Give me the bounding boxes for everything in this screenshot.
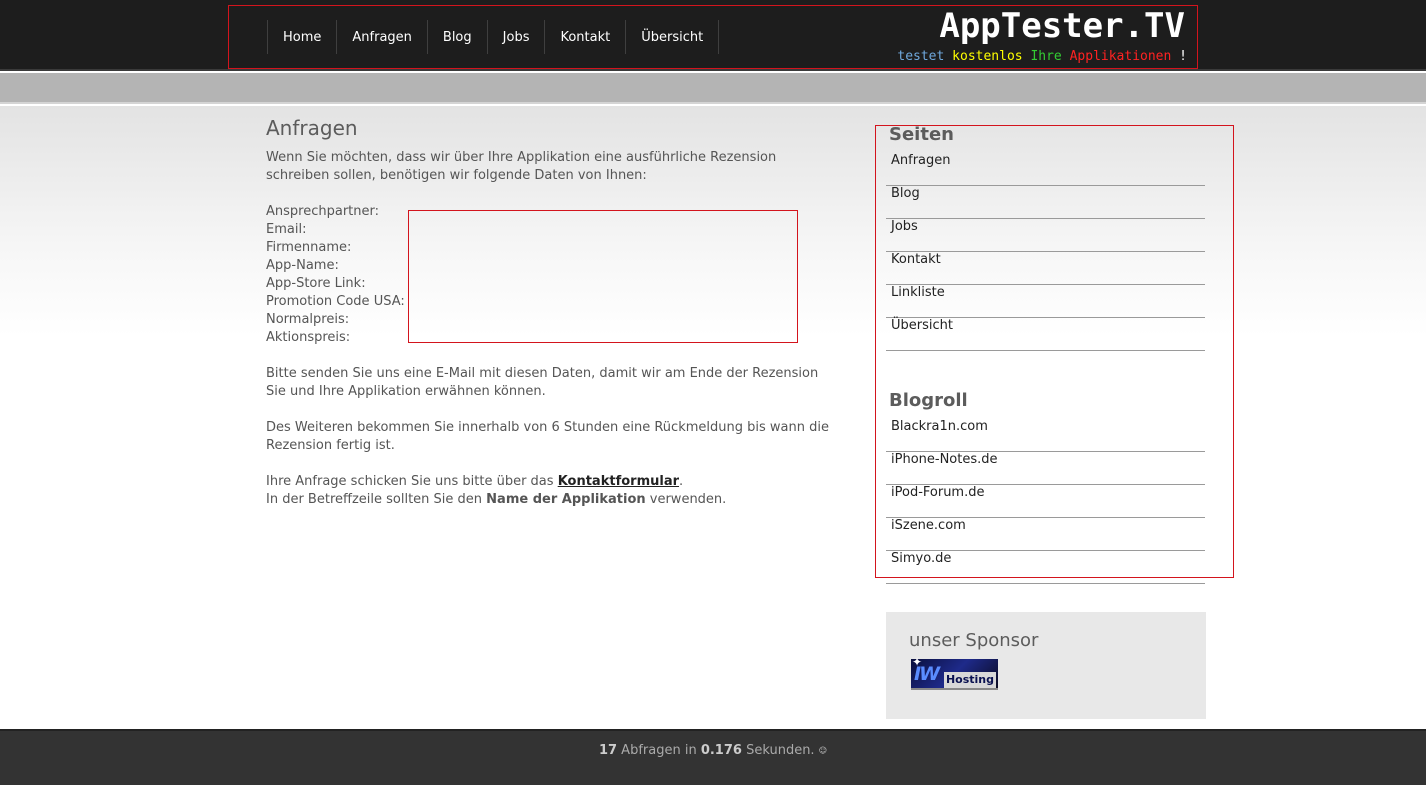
pages-heading: Seiten bbox=[889, 124, 954, 145]
page-link-label: Kontakt bbox=[891, 252, 941, 267]
page-link-blog[interactable]: Blog bbox=[886, 186, 1205, 219]
blogroll-heading: Blogroll bbox=[889, 390, 968, 411]
sponsor-box: unser Sponsor ✦ IW Hosting bbox=[886, 612, 1206, 719]
tagline-word: Applikationen bbox=[1069, 49, 1172, 64]
nav-jobs[interactable]: Jobs bbox=[488, 20, 546, 54]
blogroll-link-label: Blackra1n.com bbox=[891, 419, 988, 434]
sidebar: Seiten Anfragen Blog Jobs Kontakt Linkli… bbox=[886, 125, 1205, 584]
query-seconds: 0.176 bbox=[700, 743, 742, 758]
grey-band bbox=[0, 73, 1426, 104]
page-link-linkliste[interactable]: Linkliste bbox=[886, 285, 1205, 318]
nav-blog[interactable]: Blog bbox=[428, 20, 488, 54]
site-logo[interactable]: AppTester.TV bbox=[939, 6, 1185, 46]
blogroll-link-label: iPod-Forum.de bbox=[891, 485, 985, 500]
page-title: Anfragen bbox=[266, 116, 358, 140]
blogroll-link-label: iPhone-Notes.de bbox=[891, 452, 998, 467]
tagline-word: ! bbox=[1179, 49, 1187, 64]
response-paragraph: Des Weiteren bekommen Sie innerhalb von … bbox=[266, 420, 829, 453]
contact-text: Ihre Anfrage schicken Sie uns bitte über… bbox=[266, 474, 558, 489]
footer-stats: 17 Abfragen in 0.176 Sekunden. ☺ bbox=[0, 743, 1426, 758]
header-frame: Home Anfragen Blog Jobs Kontakt Übersich… bbox=[228, 5, 1198, 69]
sponsor-logo-hosting: Hosting bbox=[944, 672, 996, 688]
contact-form-link[interactable]: Kontaktformular bbox=[558, 474, 679, 489]
blogroll-link[interactable]: Blackra1n.com bbox=[886, 419, 1205, 452]
footer-text-2: Sekunden. bbox=[741, 743, 819, 758]
subject-bold: Name der Applikation bbox=[486, 492, 646, 507]
fields-highlight-box bbox=[408, 210, 798, 343]
page-link-label: Jobs bbox=[891, 219, 918, 234]
subject-text: In der Betreffzeile sollten Sie den bbox=[266, 492, 487, 507]
blogroll-link[interactable]: iPod-Forum.de bbox=[886, 485, 1205, 518]
site-header: Home Anfragen Blog Jobs Kontakt Übersich… bbox=[0, 0, 1426, 71]
footer-text-1: Abfragen in bbox=[617, 743, 701, 758]
blogroll-link[interactable]: Simyo.de bbox=[886, 551, 1205, 584]
query-count: 17 bbox=[598, 743, 618, 758]
page-link-label: Anfragen bbox=[891, 153, 951, 168]
sponsor-logo-iw: IW bbox=[914, 663, 940, 685]
intro-paragraph: Wenn Sie möchten, dass wir über Ihre App… bbox=[266, 150, 777, 183]
page-link-uebersicht[interactable]: Übersicht bbox=[886, 318, 1205, 351]
blogroll-link[interactable]: iPhone-Notes.de bbox=[886, 452, 1205, 485]
page-link-label: Übersicht bbox=[891, 318, 953, 333]
contact-paragraph: Ihre Anfrage schicken Sie uns bitte über… bbox=[266, 473, 836, 509]
page-link-label: Linkliste bbox=[891, 285, 945, 300]
blogroll-link[interactable]: iSzene.com bbox=[886, 518, 1205, 551]
blogroll-list: Blackra1n.com iPhone-Notes.de iPod-Forum… bbox=[886, 419, 1205, 584]
nav-home[interactable]: Home bbox=[268, 20, 338, 54]
sponsor-title: unser Sponsor bbox=[909, 630, 1039, 651]
sponsor-logo[interactable]: ✦ IW Hosting bbox=[911, 655, 998, 690]
pages-list: Anfragen Blog Jobs Kontakt Linkliste Übe… bbox=[886, 153, 1205, 351]
site-tagline: testet kostenlos Ihre Applikationen ! bbox=[897, 49, 1187, 64]
smiley-icon: ☺ bbox=[818, 746, 828, 755]
page-link-kontakt[interactable]: Kontakt bbox=[886, 252, 1205, 285]
tagline-word: Ihre bbox=[1030, 49, 1062, 64]
nav-anfragen[interactable]: Anfragen bbox=[337, 20, 428, 54]
nav-kontakt[interactable]: Kontakt bbox=[545, 20, 627, 54]
blogroll-link-label: Simyo.de bbox=[891, 551, 952, 566]
email-paragraph: Bitte senden Sie uns eine E-Mail mit die… bbox=[266, 366, 819, 399]
page-link-anfragen[interactable]: Anfragen bbox=[886, 153, 1205, 186]
tagline-word: kostenlos bbox=[952, 49, 1023, 64]
tagline-word: testet bbox=[897, 49, 945, 64]
page-link-jobs[interactable]: Jobs bbox=[886, 219, 1205, 252]
main-nav: Home Anfragen Blog Jobs Kontakt Übersich… bbox=[267, 20, 720, 54]
subject-text-end: verwenden. bbox=[645, 492, 727, 507]
blogroll-link-label: iSzene.com bbox=[891, 518, 966, 533]
page-link-label: Blog bbox=[891, 186, 920, 201]
contact-text-end: . bbox=[679, 474, 684, 489]
nav-uebersicht[interactable]: Übersicht bbox=[626, 20, 720, 54]
site-footer: 17 Abfragen in 0.176 Sekunden. ☺ bbox=[0, 729, 1426, 785]
